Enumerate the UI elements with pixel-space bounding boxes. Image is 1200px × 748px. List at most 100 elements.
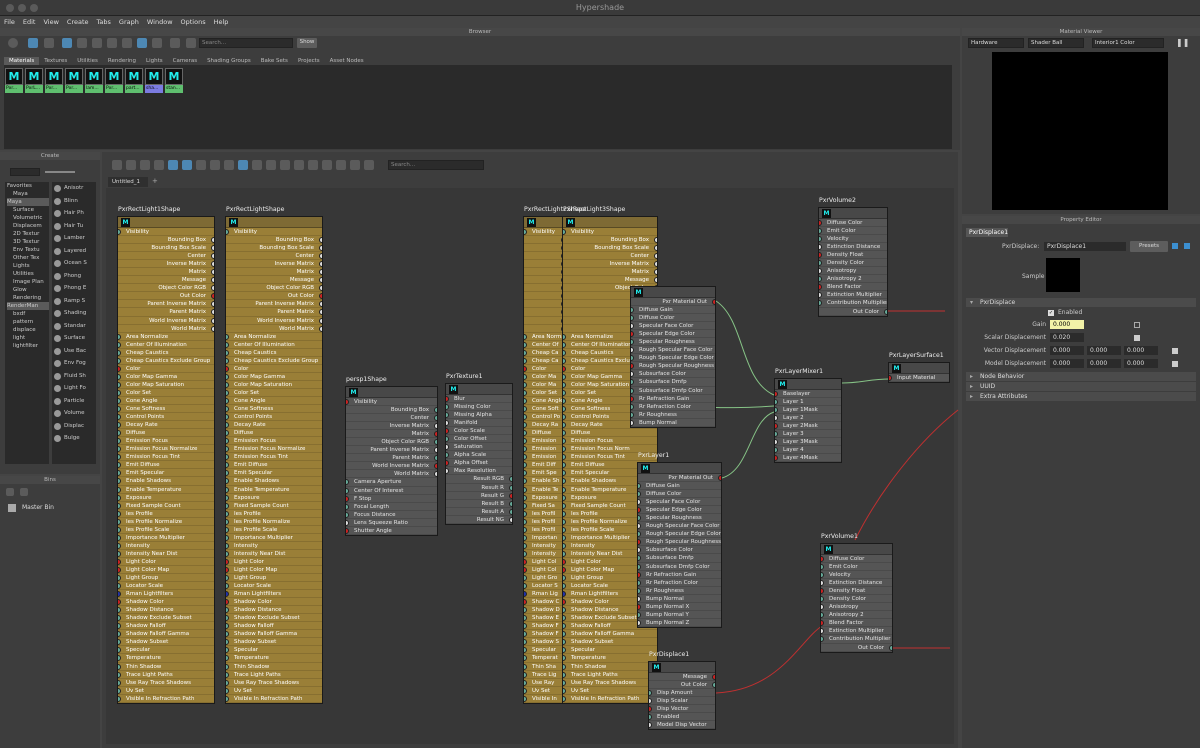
attribute-port-icon[interactable] [524, 365, 527, 372]
attribute-port-icon[interactable] [524, 679, 527, 686]
attribute-port-icon[interactable] [524, 373, 527, 380]
attribute-port-icon[interactable] [563, 526, 566, 533]
attribute-port-icon[interactable] [638, 499, 641, 506]
attribute-port-icon[interactable] [118, 607, 121, 614]
node-header[interactable]: M [226, 217, 322, 228]
attribute-port-icon[interactable] [118, 510, 121, 517]
attribute-port-icon[interactable] [118, 558, 121, 565]
attribute-port-icon[interactable] [434, 463, 437, 470]
attribute-port-icon[interactable] [563, 695, 566, 702]
attribute-port-icon[interactable] [118, 494, 121, 501]
node-attribute[interactable]: Saturation [446, 443, 512, 452]
node-attribute[interactable]: Shadow Distance [118, 606, 214, 615]
attribute-port-icon[interactable] [226, 414, 229, 421]
attribute-port-icon[interactable] [631, 411, 634, 418]
attribute-port-icon[interactable] [118, 422, 121, 429]
node-attribute[interactable] [524, 284, 564, 293]
node-attribute[interactable]: Ies Profile Scale [118, 526, 214, 534]
node-attribute[interactable]: Parent Inverse Matrix [346, 446, 437, 455]
node-attribute[interactable]: Layer 4 [775, 446, 841, 455]
node-attribute[interactable]: Importance Multiplier [118, 534, 214, 542]
node-attribute[interactable]: Specular Roughness [638, 514, 721, 523]
attribute-port-icon[interactable] [226, 607, 229, 614]
node-attribute[interactable]: Trace Light Paths [563, 671, 657, 679]
attribute-port-icon[interactable] [524, 566, 527, 573]
node-attribute[interactable]: Center Of Interest [346, 487, 437, 495]
attribute-port-icon[interactable] [631, 331, 634, 338]
attribute-port-icon[interactable] [775, 399, 778, 406]
attribute-port-icon[interactable] [775, 423, 778, 430]
node-attribute[interactable]: Result NG [446, 516, 512, 524]
attribute-port-icon[interactable] [563, 438, 566, 445]
attribute-port-icon[interactable] [226, 229, 229, 235]
node-attribute[interactable]: Missing Alpha [446, 411, 512, 420]
attribute-port-icon[interactable] [563, 550, 566, 557]
node-vol1[interactable]: PxrVolume1 M Diffuse Color Emit Color Veloci… [820, 533, 893, 653]
attribute-port-icon[interactable] [631, 403, 634, 410]
attribute-port-icon[interactable] [524, 655, 527, 662]
node-attribute[interactable]: Pxr Material Out [638, 474, 721, 483]
node-attribute[interactable]: Color Map Saturation [118, 381, 214, 389]
node-attribute[interactable]: Focus Distance [346, 511, 437, 519]
attribute-port-icon[interactable] [638, 531, 641, 538]
attribute-port-icon[interactable] [819, 228, 822, 235]
attribute-port-icon[interactable] [524, 406, 527, 413]
attribute-port-icon[interactable] [524, 229, 527, 235]
section-pxrdisplace[interactable]: PxrDisplace [966, 298, 1196, 307]
attribute-port-icon[interactable] [819, 292, 822, 299]
node-attribute[interactable]: World Matrix [118, 325, 214, 333]
node-attribute[interactable]: Specular Roughness [631, 338, 715, 347]
attribute-port-icon[interactable] [821, 604, 824, 611]
attribute-port-icon[interactable] [346, 495, 349, 502]
node-attribute[interactable]: Cheap Ca [524, 349, 564, 357]
node-attribute[interactable]: Locator Scale [118, 582, 214, 591]
attribute-port-icon[interactable] [226, 349, 229, 356]
node-attribute[interactable]: Result G [446, 492, 512, 500]
attribute-port-icon[interactable] [563, 655, 566, 662]
attribute-port-icon[interactable] [631, 307, 634, 314]
node-attribute[interactable]: Message [226, 276, 322, 285]
node-attribute[interactable]: Emission [524, 453, 564, 462]
attribute-port-icon[interactable] [118, 357, 121, 364]
attribute-port-icon[interactable] [509, 516, 512, 523]
attribute-port-icon[interactable] [118, 591, 121, 598]
attribute-port-icon[interactable] [563, 333, 566, 340]
attribute-port-icon[interactable] [118, 518, 121, 525]
node-attribute[interactable]: Emit Diffuse [118, 461, 214, 470]
attribute-port-icon[interactable] [226, 671, 229, 678]
node-attribute[interactable]: Enabled [649, 713, 715, 722]
attribute-port-icon[interactable] [563, 679, 566, 686]
attribute-port-icon[interactable] [211, 317, 214, 324]
attribute-port-icon[interactable] [226, 583, 229, 590]
attribute-port-icon[interactable] [524, 575, 527, 582]
attribute-port-icon[interactable] [638, 547, 641, 554]
node-attribute[interactable]: Layer 2 [775, 414, 841, 423]
attribute-port-icon[interactable] [712, 299, 715, 305]
attribute-port-icon[interactable] [226, 478, 229, 485]
attribute-port-icon[interactable] [226, 454, 229, 461]
node-attribute[interactable]: Blend Factor [821, 619, 892, 628]
node-persp[interactable]: persp1Shape M Visibility Bounding Box Center… [345, 376, 438, 536]
node-attribute[interactable]: Color Set [524, 389, 564, 397]
node-attribute[interactable]: Enable Shadows [118, 477, 214, 486]
node-attribute[interactable] [524, 300, 564, 309]
node-attribute[interactable] [524, 292, 564, 301]
node-attribute[interactable]: Inverse Matrix [563, 260, 657, 269]
attribute-port-icon[interactable] [638, 611, 641, 618]
node-attribute[interactable]: Center Of Illumination [226, 341, 322, 349]
node-attribute[interactable]: Disp Vector [649, 705, 715, 714]
attribute-port-icon[interactable] [819, 276, 822, 283]
attribute-port-icon[interactable] [226, 333, 229, 340]
node-attribute[interactable]: Visibility [563, 228, 657, 237]
attribute-port-icon[interactable] [226, 510, 229, 517]
attribute-port-icon[interactable] [319, 285, 322, 292]
node-attribute[interactable]: Color Scale [446, 427, 512, 436]
node-attribute[interactable]: Diffuse Gain [638, 482, 721, 491]
attribute-port-icon[interactable] [211, 253, 214, 260]
attribute-port-icon[interactable] [211, 261, 214, 268]
node-attribute[interactable]: Disp Amount [649, 689, 715, 698]
node-header[interactable]: M [821, 544, 892, 555]
attribute-port-icon[interactable] [563, 414, 566, 421]
node-attribute[interactable]: Shadow Falloff [226, 622, 322, 631]
node-attribute[interactable]: Extinction Distance [819, 243, 887, 252]
